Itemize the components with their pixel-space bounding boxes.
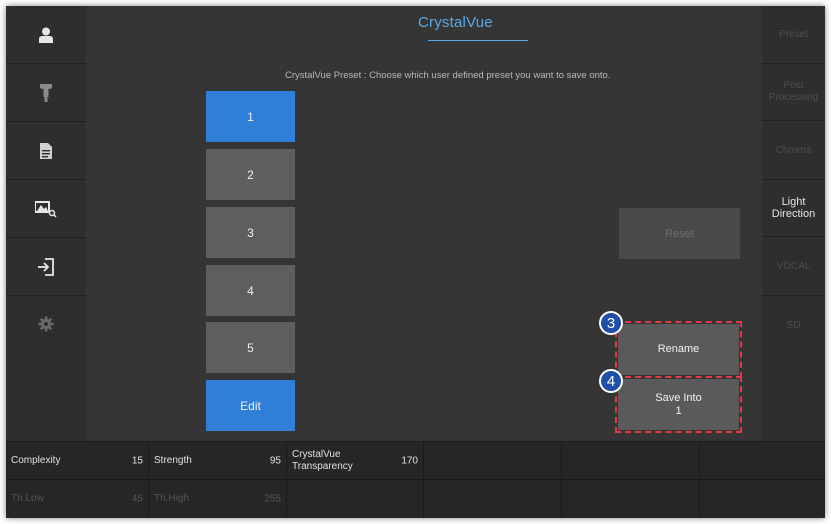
param-th-high[interactable]: Th.High 255 [149, 479, 287, 518]
settings-icon [38, 316, 54, 332]
param-empty [424, 441, 562, 479]
preset-button-1[interactable]: 1 [206, 91, 295, 142]
dialog-title: CrystalVue [418, 14, 493, 31]
rename-button[interactable]: Rename [615, 321, 742, 378]
sidebar-item-light-direction[interactable]: Light Direction [762, 180, 825, 237]
param-value: 255 [264, 493, 281, 505]
param-empty [562, 441, 700, 479]
param-value: 15 [131, 455, 143, 466]
sidebar-item-chroma[interactable]: Chroma [762, 122, 825, 180]
rename-label: Rename [657, 343, 700, 355]
param-empty [562, 479, 700, 518]
preset-button-4[interactable]: 4 [206, 265, 295, 316]
param-th-low[interactable]: Th.Low 45 [6, 479, 149, 518]
param-strength[interactable]: Strength 95 [149, 441, 287, 479]
param-label: Th.Low [11, 493, 44, 504]
user-icon [39, 27, 53, 43]
param-label: Strength [154, 454, 192, 466]
sidebar-item-vocal[interactable]: VOCAL [762, 238, 825, 296]
report-button[interactable] [6, 122, 86, 180]
exit-icon [38, 257, 54, 276]
sidebar-item-sd[interactable]: SD [762, 296, 825, 441]
param-value: 45 [131, 493, 143, 505]
save-into-label: Save Into [655, 391, 702, 404]
preset-button-5[interactable]: 5 [206, 322, 295, 373]
save-into-button[interactable]: Save Into 1 [615, 376, 742, 433]
edit-button[interactable]: Edit [206, 380, 295, 431]
preset-button-3[interactable]: 3 [206, 207, 295, 258]
right-sidebar: Preset Post Processing Chroma Light Dire… [762, 6, 825, 441]
exit-button[interactable] [6, 238, 86, 296]
title-underline [428, 40, 528, 41]
sidebar-item-post-processing[interactable]: Post Processing [762, 64, 825, 121]
preset-description: CrystalVue Preset : Choose which user de… [285, 70, 611, 81]
preset-button-2[interactable]: 2 [206, 149, 295, 200]
param-value: 95 [269, 455, 281, 466]
user-button[interactable] [6, 6, 86, 64]
param-empty [424, 479, 562, 518]
save-into-value: 1 [675, 404, 682, 417]
param-empty [700, 479, 825, 518]
param-empty [287, 479, 424, 518]
reset-button[interactable]: Reset [619, 208, 740, 259]
probe-icon [40, 83, 52, 102]
param-crystalvue-transparency[interactable]: CrystalVue Transparency 170 [287, 441, 424, 479]
document-icon [40, 142, 52, 159]
review-button[interactable] [6, 180, 86, 238]
param-label: Th.High [154, 493, 190, 504]
left-sidebar [6, 6, 86, 441]
param-complexity[interactable]: Complexity 15 [6, 441, 149, 479]
image-search-icon [35, 200, 57, 218]
param-label: Complexity [11, 454, 61, 466]
step-badge-3: 3 [599, 311, 623, 335]
param-value: 170 [401, 455, 418, 466]
step-badge-4: 4 [599, 369, 623, 393]
param-empty [700, 441, 825, 479]
probe-button[interactable] [6, 64, 86, 122]
param-label: CrystalVue Transparency [292, 448, 353, 472]
crystalvue-window: CrystalVue CrystalVue Preset : Choose wh… [6, 6, 825, 518]
parameter-bar: Complexity 15 Strength 95 CrystalVue Tra… [6, 441, 825, 518]
sidebar-item-preset[interactable]: Preset [762, 6, 825, 64]
settings-button[interactable] [6, 296, 86, 441]
